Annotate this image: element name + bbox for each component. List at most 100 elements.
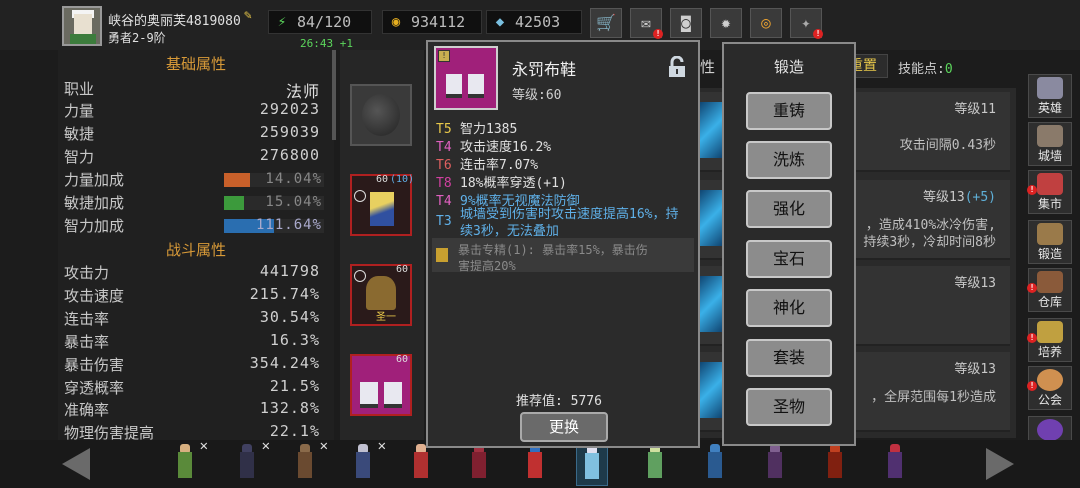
- stat-row: 职业 法师: [64, 80, 320, 101]
- stat-row-agility-bonus: 敏捷加成 15.04%: [64, 194, 324, 212]
- item-attr: T8 18%概率穿透(+1): [436, 176, 567, 191]
- recommend-value: 推荐值: 5776: [516, 394, 602, 409]
- close-icon: ✕: [261, 438, 270, 454]
- stat-row: 智力 276800: [64, 146, 320, 166]
- set-button[interactable]: 套装: [746, 339, 832, 377]
- stats-panel: 基础属性 职业 法师 力量 292023 敏捷 259039 智力 276800 力量加…: [58, 50, 334, 488]
- stat-row-strength-bonus: 力量加成 14.04%: [64, 171, 324, 189]
- nav-guild[interactable]: 公会!: [1027, 366, 1072, 410]
- gamepad-icon: ◙: [681, 13, 691, 32]
- nav-cultivate[interactable]: 培养!: [1027, 318, 1072, 362]
- stat-row: 暴击伤害 354.24%: [64, 354, 320, 374]
- deify-button[interactable]: 神化: [746, 289, 832, 327]
- cultivate-icon: [1037, 321, 1063, 343]
- hero-portrait[interactable]: [760, 442, 790, 484]
- gold-counter: ◉ 934112: [382, 10, 482, 34]
- shop-button[interactable]: 🛒: [590, 8, 622, 38]
- settings-button[interactable]: ✹: [710, 8, 742, 38]
- alert-badge: !: [813, 29, 823, 39]
- equip-slot-helmet[interactable]: [350, 84, 412, 146]
- close-icon: ✕: [377, 438, 386, 454]
- hero-portrait[interactable]: [880, 442, 910, 484]
- refine-button[interactable]: 洗炼: [746, 141, 832, 179]
- stamina-timer: 26:43 +1: [300, 37, 353, 50]
- player-avatar[interactable]: [62, 6, 102, 46]
- intelligence-bonus-bar: 111.64%: [224, 217, 324, 233]
- forge-menu: 锻造 重铸 洗炼 强化 宝石 神化 套装 圣物: [722, 42, 856, 446]
- color-wheel-icon: ◎: [761, 13, 771, 32]
- relic-button[interactable]: 圣物: [746, 388, 832, 426]
- chest-icon: [1037, 271, 1063, 293]
- hero-portrait[interactable]: [640, 442, 670, 484]
- next-arrow-icon[interactable]: [986, 448, 1014, 480]
- stat-row: 穿透概率 21.5%: [64, 377, 320, 397]
- skill-points: 技能点:0: [898, 62, 953, 77]
- equip-slot-cloak[interactable]: 60 (10): [350, 174, 414, 236]
- alert-badge: !: [653, 29, 663, 39]
- player-name: 峡谷的奥丽芙4819080: [108, 14, 241, 29]
- item-detail-popup: ! 永罚布鞋 等级:60 T5 智力1385 T4 攻击速度16.2% T6 连击率7…: [426, 40, 700, 448]
- edit-name-icon[interactable]: ✎: [244, 8, 258, 23]
- equip-slot-boots[interactable]: 60: [350, 354, 412, 416]
- stat-row: 敏捷 259039: [64, 123, 320, 143]
- hero-portrait[interactable]: ✕: [170, 438, 208, 484]
- nav-wall[interactable]: 城墙: [1028, 122, 1072, 166]
- alert-badge: !: [1027, 283, 1037, 293]
- cart-icon: 🛒: [596, 13, 616, 32]
- stat-row: 攻击速度 215.74%: [64, 285, 320, 305]
- tab-attributes[interactable]: 性: [700, 56, 715, 77]
- replace-button[interactable]: 更换: [520, 412, 608, 442]
- nav-hero[interactable]: 英雄: [1028, 74, 1072, 118]
- close-icon: ✕: [199, 438, 208, 454]
- book-icon: [436, 248, 448, 262]
- gloves-icon: [366, 276, 396, 310]
- gear-icon: ✹: [721, 13, 731, 32]
- hero-portrait[interactable]: [520, 442, 550, 484]
- stat-row: 连击率 30.54%: [64, 308, 320, 328]
- nav-warehouse[interactable]: 仓库!: [1027, 268, 1072, 312]
- hero-portrait[interactable]: ✕: [348, 438, 386, 484]
- anvil-icon: [1037, 223, 1063, 245]
- item-name: 永罚布鞋: [512, 60, 577, 79]
- lightning-icon: ⚡: [277, 14, 287, 30]
- market-icon: [1037, 173, 1063, 195]
- right-nav: 英雄 城墙 集市! 锻造 仓库! 培养! 公会! 战斗: [1024, 70, 1080, 470]
- reforge-button[interactable]: 重铸: [746, 92, 832, 130]
- combat-attributes-header: 战斗属性: [165, 241, 226, 259]
- hero-portrait-selected[interactable]: [576, 442, 608, 486]
- item-level: 等级:60: [512, 88, 562, 103]
- gold-coin-icon: ◉: [391, 14, 401, 30]
- hero-portrait[interactable]: [820, 442, 850, 484]
- gem-button[interactable]: 宝石: [746, 240, 832, 278]
- stat-row: 攻击力 441798: [64, 262, 320, 282]
- boot-icon: [468, 74, 484, 98]
- gamepad-button[interactable]: ◙: [670, 8, 702, 38]
- hero-portrait[interactable]: ✕: [232, 438, 270, 484]
- enhance-button[interactable]: 强化: [746, 190, 832, 228]
- lottery-wheel-button[interactable]: ◎: [750, 8, 782, 38]
- event-button[interactable]: ✦!: [790, 8, 823, 39]
- circle-icon: [354, 270, 366, 282]
- prev-arrow-icon[interactable]: [62, 448, 90, 480]
- unlock-icon[interactable]: [668, 55, 686, 78]
- item-special-text: 城墙受到伤害时攻击速度提高16%，持 续3秒，无法叠加: [460, 207, 679, 239]
- boot-icon: [360, 382, 378, 408]
- portal-icon: [1037, 419, 1063, 441]
- cloak-icon: [370, 192, 394, 226]
- equipment-column: 60 (10) 60 圣一 60: [340, 50, 424, 450]
- equip-slot-gloves[interactable]: 60 圣一: [350, 264, 412, 326]
- hero-icon: [1037, 77, 1063, 99]
- hero-portrait[interactable]: [464, 442, 494, 484]
- mail-button[interactable]: ✉!: [630, 8, 663, 39]
- stats-scrollbar[interactable]: [332, 50, 336, 140]
- hero-portrait[interactable]: ✕: [290, 438, 328, 484]
- hero-portrait[interactable]: [406, 442, 436, 484]
- item-boots-icon: !: [434, 46, 498, 110]
- nav-market[interactable]: 集市!: [1027, 170, 1072, 214]
- basic-attributes-header: 基础属性: [165, 55, 226, 73]
- gem-counter: ◆ 42503: [486, 10, 582, 34]
- hero-portrait[interactable]: [700, 442, 730, 484]
- item-attr: T5 智力1385: [436, 122, 518, 137]
- wall-icon: [1037, 125, 1063, 147]
- nav-forge[interactable]: 锻造: [1028, 220, 1072, 264]
